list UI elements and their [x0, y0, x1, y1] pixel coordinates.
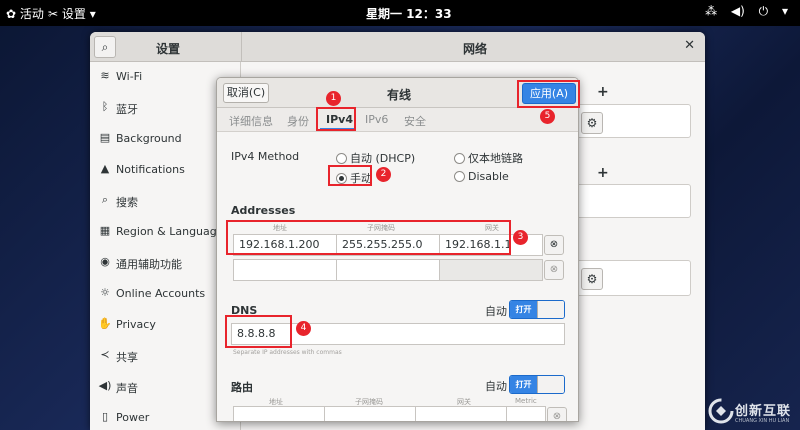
- annotation-badge-2: 2: [376, 167, 391, 182]
- annotation-box-ipv4-tab: [316, 107, 356, 131]
- share-icon: ≺: [100, 348, 110, 361]
- watermark-subtext: CHUANG XIN HU LIAN: [735, 418, 790, 424]
- window-header: ⌕ 设置 网络 ✕: [90, 32, 705, 62]
- switch-on-label: 打开: [510, 376, 537, 393]
- bluetooth-icon: ᛒ: [101, 100, 109, 113]
- power-icon: ▯: [101, 410, 109, 423]
- annotation-badge-3: 3: [513, 230, 528, 245]
- volume-icon: ◀): [730, 4, 745, 18]
- activities-button[interactable]: ✿ 活动: [6, 5, 44, 22]
- annotation-box-dns: [225, 315, 292, 348]
- radio-auto-dhcp[interactable]: 自动 (DHCP): [336, 150, 415, 166]
- annotation-badge-1: 1: [326, 91, 341, 106]
- search-button[interactable]: ⌕: [94, 36, 116, 58]
- dns-auto-label: 自动: [485, 305, 507, 318]
- app-menu[interactable]: ✂ 设置 ▾: [48, 5, 96, 22]
- route-address-field[interactable]: [233, 406, 325, 421]
- top-bar: ✿ 活动 ✂ 设置 ▾ 星期一 12：33 ⁂ ◀) ⏻ ▾: [0, 0, 800, 26]
- tab-details[interactable]: 详细信息: [229, 113, 273, 129]
- vpn-card: [576, 184, 691, 218]
- delete-address-button[interactable]: ⊗: [544, 235, 564, 255]
- switch-knob: [537, 301, 564, 318]
- online-accounts-icon: ☼: [100, 286, 110, 299]
- annotation-badge-5: 5: [540, 109, 555, 124]
- new-address-field[interactable]: [233, 259, 337, 281]
- new-gateway-field: [439, 259, 543, 281]
- flag-icon: ▦: [99, 224, 111, 237]
- ipv4-settings: IPv4 Method 自动 (DHCP) 仅本地链路 手动 Disable A…: [217, 133, 578, 421]
- system-tray[interactable]: ⁂ ◀) ⏻ ▾: [695, 4, 788, 19]
- tools-icon: ✂: [48, 7, 59, 21]
- switch-knob: [537, 376, 564, 393]
- search-icon: ⌕: [101, 193, 109, 206]
- routes-auto-switch[interactable]: 打开: [509, 375, 565, 394]
- background-icon: ▤: [99, 131, 111, 144]
- route-metric-field[interactable]: [506, 406, 546, 421]
- radio-indicator: [454, 171, 465, 182]
- sidebar-title: 设置: [156, 42, 181, 56]
- header-divider: [241, 32, 242, 62]
- switch-on-label: 打开: [510, 301, 537, 318]
- cancel-button[interactable]: 取消(C): [223, 83, 269, 103]
- gnome-foot-icon: ✿: [6, 7, 17, 21]
- new-netmask-field[interactable]: [336, 259, 440, 281]
- accessibility-icon: ◉: [100, 255, 110, 268]
- watermark-text: 创新互联: [735, 404, 792, 419]
- clock[interactable]: 星期一 12：33: [366, 5, 452, 22]
- gear-icon[interactable]: ⚙: [581, 268, 603, 290]
- watermark-logo-icon: [708, 398, 734, 424]
- dialog-title: 有线: [387, 88, 412, 102]
- routes-auto-label: 自动: [485, 380, 507, 393]
- dns-hint: Separate IP addresses with commas: [233, 349, 342, 356]
- radio-indicator: [336, 153, 347, 164]
- gear-icon[interactable]: ⚙: [581, 112, 603, 134]
- annotation-badge-4: 4: [296, 321, 311, 336]
- delete-route-button: ⊗: [547, 407, 567, 421]
- dns-auto-switch[interactable]: 打开: [509, 300, 565, 319]
- chevron-down-icon: ▾: [781, 4, 788, 18]
- routes-label: 路由: [231, 381, 253, 394]
- add-vpn-icon[interactable]: +: [597, 165, 609, 181]
- tab-bar: 详细信息 身份 IPv4 IPv6 安全: [217, 108, 578, 132]
- close-icon[interactable]: ✕: [684, 38, 695, 53]
- radio-disable[interactable]: Disable: [454, 170, 509, 183]
- speaker-icon: ◀): [98, 379, 112, 392]
- route-metric-header: Metric: [515, 397, 537, 405]
- radio-indicator: [454, 153, 465, 164]
- ipv4-method-label: IPv4 Method: [231, 150, 300, 163]
- tab-identity[interactable]: 身份: [287, 113, 309, 129]
- hand-icon: ✋: [98, 317, 112, 330]
- delete-new-address-button: ⊗: [544, 260, 564, 280]
- bell-icon: ▲: [100, 162, 110, 175]
- tab-security[interactable]: 安全: [404, 113, 426, 129]
- watermark: 创新互联 CHUANG XIN HU LIAN: [705, 392, 800, 430]
- route-gateway-field[interactable]: [415, 406, 507, 421]
- wifi-icon: ≋: [100, 69, 110, 82]
- page-title: 网络: [463, 42, 488, 56]
- add-connection-icon[interactable]: +: [597, 84, 609, 100]
- chevron-down-icon: ▾: [89, 7, 96, 21]
- network-icon: ⁂: [705, 4, 718, 18]
- route-netmask-field[interactable]: [324, 406, 416, 421]
- annotation-box-address: [226, 220, 511, 255]
- search-icon: ⌕: [101, 40, 109, 54]
- tab-ipv6[interactable]: IPv6: [365, 113, 388, 126]
- addresses-label: Addresses: [231, 204, 296, 217]
- annotation-box-manual: [328, 165, 372, 186]
- power-icon: ⏻: [758, 4, 769, 18]
- radio-link-local[interactable]: 仅本地链路: [454, 150, 523, 166]
- annotation-box-apply: [517, 80, 580, 108]
